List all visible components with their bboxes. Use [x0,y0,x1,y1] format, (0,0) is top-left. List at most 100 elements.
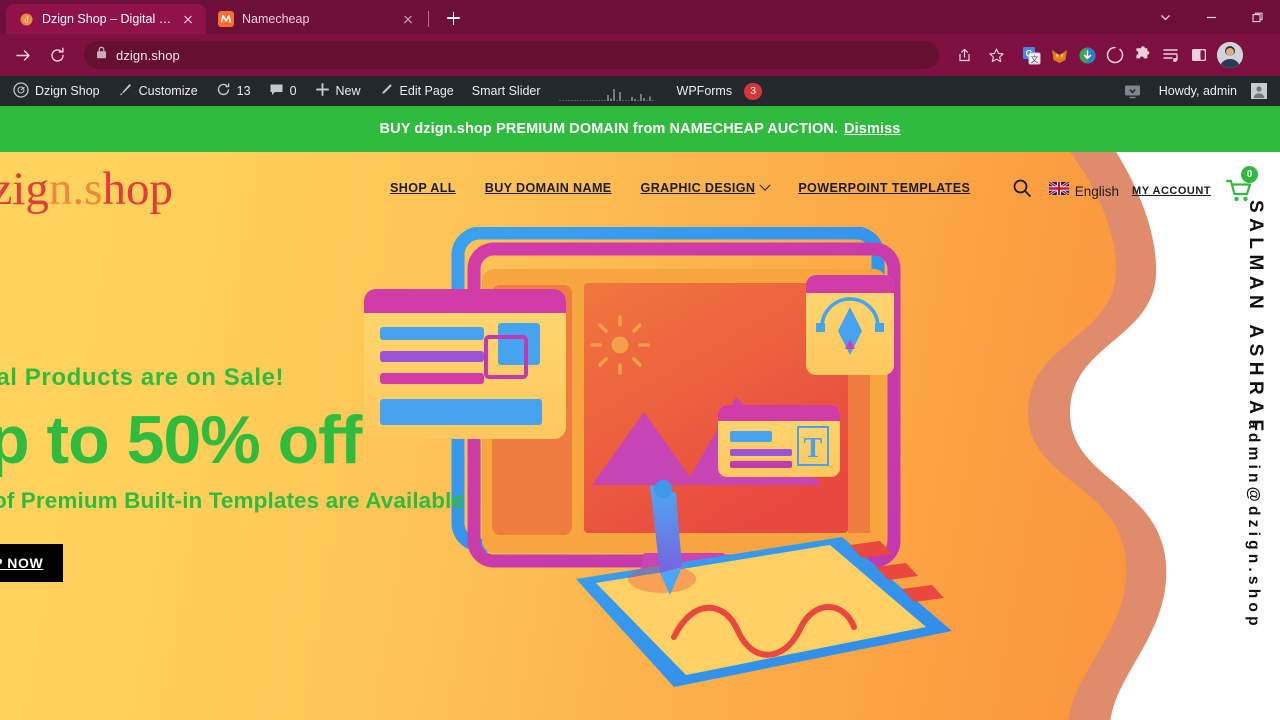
my-account-link[interactable]: MY ACCOUNT [1132,185,1211,197]
comment-icon [269,82,284,100]
search-icon[interactable] [1012,178,1032,198]
updates-icon [216,82,231,100]
browser-toolbar: dzign.shop G文 [0,34,1280,76]
svg-text:T: T [804,433,823,464]
restore-icon[interactable] [1234,0,1280,34]
dismiss-link[interactable]: Dismiss [844,121,900,137]
forward-arrow-icon[interactable] [8,40,38,70]
hero-content: Digital Products are on Sale! Up to 50% … [0,364,464,582]
tab-strip: d Dzign Shop – Digital Products Namechea… [0,0,1280,34]
text-tool-card: T [718,405,840,477]
nav-label: SHOP ALL [390,181,456,195]
howdy-label: Howdy, admin [1158,84,1237,98]
admin-bar-customize[interactable]: Customize [109,76,207,106]
browser-tab-active[interactable]: d Dzign Shop – Digital Products [6,4,206,34]
hero-title: Up to 50% off [0,402,362,478]
idm-icon[interactable] [1077,45,1097,65]
language-label: English [1074,183,1120,199]
minimize-icon[interactable] [1188,0,1234,34]
tab-title: Dzign Shop – Digital Products [42,12,172,26]
nav-label: BUY DOMAIN NAME [484,181,612,195]
admin-bar-new-content[interactable]: New [306,76,370,106]
profile-avatar[interactable] [1217,42,1243,68]
pencil-icon [379,82,394,100]
namecheap-icon [218,11,234,27]
admin-bar-edit-page[interactable]: Edit Page [370,76,463,106]
admin-bar-comments[interactable]: 0 [260,76,306,106]
language-switcher[interactable]: English [1048,180,1120,200]
promo-notice-bar: BUY dzign.shop PREMIUM DOMAIN from NAMEC… [0,106,1280,152]
svg-text:文: 文 [1030,54,1038,64]
new-tab-button[interactable] [439,4,467,32]
side-panel-icon[interactable] [1189,45,1209,65]
close-icon[interactable] [400,11,416,27]
reading-list-icon[interactable] [1161,45,1181,65]
admin-bar-label: Dzign Shop [35,84,100,98]
nav-label: GRAPHIC DESIGN [640,181,756,195]
chevron-down-icon [759,179,771,191]
admin-bar-updates[interactable]: 13 [207,76,260,106]
logo-part-2: zig [0,163,49,215]
tab-divider [428,11,429,27]
vertical-email-text: admin@dzign.shop [1245,420,1262,630]
admin-bar-howdy[interactable]: Howdy, admin [1150,76,1276,106]
admin-bar-stats-sparkline[interactable] [550,76,668,106]
sparkline-chart [558,89,654,101]
window-controls [1142,0,1280,34]
uk-flag-icon [1048,180,1070,200]
tab-search-chevron-icon[interactable] [1142,0,1188,34]
nav-item-powerpoint-templates[interactable]: POWERPOINT TEMPLATES [798,181,970,195]
dashboard-icon [13,81,29,101]
decorative-wave [1027,152,1280,720]
share-icon[interactable] [949,40,979,70]
extensions-puzzle-icon[interactable] [1133,45,1153,65]
nav-item-graphic-design[interactable]: GRAPHIC DESIGN [640,179,771,195]
nav-item-shop-all[interactable]: SHOP ALL [390,181,456,195]
url-text: dzign.shop [116,47,180,63]
extension-icons: G文 [1013,45,1209,65]
google-translate-icon[interactable]: G文 [1021,45,1041,65]
toolbar-actions: G文 [949,40,1243,70]
hero-subtitle: ions of Premium Built-in Templates are A… [0,488,465,513]
header-utilities: English MY ACCOUNT 0 [1048,166,1258,204]
shop-now-button[interactable]: SHOP NOW [0,544,64,582]
dzign-icon: d [18,11,34,27]
logo-part-3: n.s [48,163,103,215]
address-bar[interactable]: dzign.shop [84,41,939,69]
screen-options-icon[interactable] [1115,76,1150,106]
vertical-name-text: SALMAN ASHRAF [1245,200,1266,437]
reload-icon[interactable] [42,40,72,70]
site-information-lock-icon[interactable] [96,46,107,64]
admin-bar-label: 0 [289,84,297,98]
admin-bar-wpforms[interactable]: WPForms 3 [668,76,772,106]
nav-item-buy-domain-name[interactable]: BUY DOMAIN NAME [485,181,612,195]
browser-window: d Dzign Shop – Digital Products Namechea… [0,0,1280,720]
admin-bar-label: 13 [236,84,251,98]
pen-tool-card [806,275,894,375]
main-navigation: SHOP ALL BUY DOMAIN NAME GRAPHIC DESIGN … [390,178,1032,198]
cart-count-badge: 0 [1241,166,1258,183]
wordpress-admin-bar: Dzign Shop Customize 13 0 New Edit Page … [0,76,1280,106]
admin-bar-label: WPForms [676,84,733,98]
website-viewport: T zign.shop SHOP ALL BUY DOMAIN NAME GRA… [0,152,1280,720]
admin-bar-smart-slider[interactable]: Smart Slider [463,76,550,106]
admin-bar-label: Smart Slider [471,84,541,98]
plus-icon [315,82,330,100]
nav-label: POWERPOINT TEMPLATES [798,181,971,195]
admin-bar-site-name[interactable]: Dzign Shop [4,76,109,106]
brush-icon [118,82,133,100]
site-logo[interactable]: dzign.shop [0,166,173,213]
admin-bar-label: New [335,84,361,98]
hero-kicker: Digital Products are on Sale! [0,364,285,391]
close-icon[interactable] [180,11,196,27]
bookmark-star-icon[interactable] [981,40,1011,70]
site-header: dzign.shop SHOP ALL BUY DOMAIN NAME GRAP… [0,152,1280,230]
browser-tab-inactive[interactable]: Namecheap [206,4,426,34]
ring-loader-icon[interactable] [1105,45,1125,65]
metamask-icon[interactable] [1049,45,1069,65]
admin-bar-label: Customize [138,84,198,98]
promo-notice-text: BUY dzign.shop PREMIUM DOMAIN from NAMEC… [379,121,839,137]
admin-bar-label: Edit Page [399,84,454,98]
admin-bar-account: Howdy, admin [1115,76,1276,106]
tab-title: Namecheap [242,12,310,26]
